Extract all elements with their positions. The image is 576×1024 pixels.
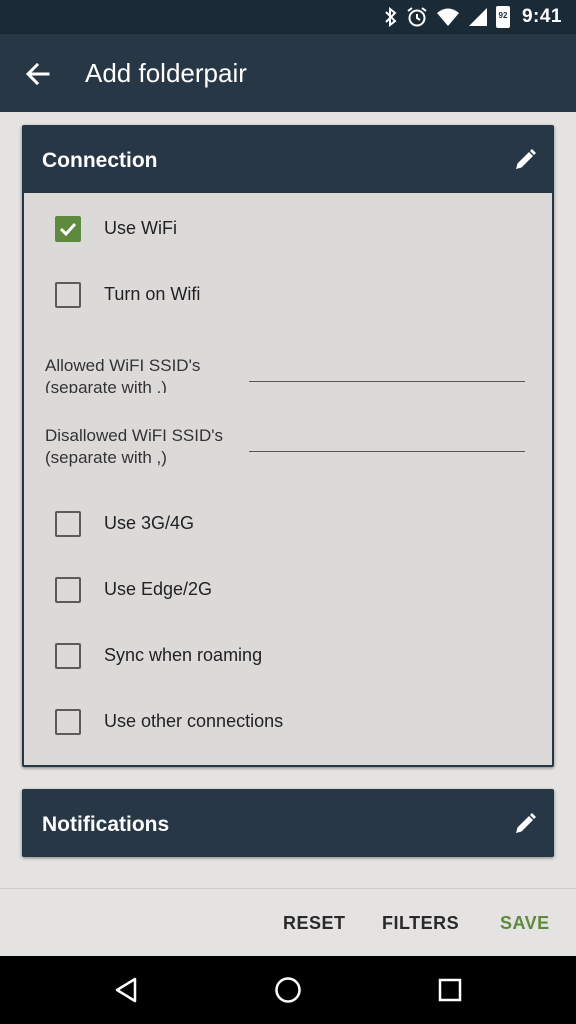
use-edge-2g-label: Use Edge/2G xyxy=(104,579,213,599)
check-icon xyxy=(59,222,77,237)
use-3g-4g-option[interactable]: Use 3G/4G xyxy=(24,499,552,549)
battery-icon: 92 xyxy=(495,6,510,28)
connection-card-title: Connection xyxy=(42,149,158,172)
triangle-back-icon xyxy=(115,977,137,1003)
allowed-ssid-input[interactable] xyxy=(249,352,525,382)
sync-roaming-option[interactable]: Sync when roaming xyxy=(24,631,552,681)
save-button[interactable]: SAVE xyxy=(500,913,550,934)
bottom-action-bar: RESET FILTERS SAVE xyxy=(0,888,576,956)
connection-card: Connection Use WiFi Turn on Wifi Allowed… xyxy=(22,125,554,767)
sync-roaming-label: Sync when roaming xyxy=(104,645,263,665)
pencil-icon xyxy=(516,149,536,169)
status-icons: 92 9:41 xyxy=(384,6,562,28)
bluetooth-icon xyxy=(385,7,397,27)
disallowed-ssid-label: Disallowed WiFI SSID's (separate with ,) xyxy=(45,426,224,467)
disallowed-ssid-input[interactable] xyxy=(249,422,525,452)
filters-button[interactable]: FILTERS xyxy=(382,913,459,934)
page-title: Add folderpair xyxy=(85,58,247,88)
use-other-connections-option[interactable]: Use other connections xyxy=(24,697,552,747)
connection-edit-button[interactable] xyxy=(512,147,538,173)
notifications-card-title: Notifications xyxy=(42,813,170,836)
status-time: 9:41 xyxy=(521,6,562,27)
use-edge-2g-checkbox[interactable] xyxy=(55,577,81,603)
status-bar: 92 9:41 xyxy=(0,0,576,34)
turn-on-wifi-option[interactable]: Turn on Wifi xyxy=(24,270,552,320)
app-bar: Add folderpair xyxy=(0,34,576,112)
back-button[interactable] xyxy=(22,58,54,90)
notifications-card[interactable]: Notifications xyxy=(22,789,554,857)
use-other-connections-label: Use other connections xyxy=(104,711,284,731)
sync-roaming-checkbox[interactable] xyxy=(55,643,81,669)
battery-level: 92 xyxy=(498,11,508,20)
nav-home-button[interactable] xyxy=(274,976,302,1004)
notifications-edit-button[interactable] xyxy=(512,811,538,837)
content-area: Connection Use WiFi Turn on Wifi Allowed… xyxy=(0,112,576,888)
reset-button[interactable]: RESET xyxy=(283,913,346,934)
system-nav-bar xyxy=(0,956,576,1024)
turn-on-wifi-checkbox[interactable] xyxy=(55,282,81,308)
use-3g-4g-checkbox[interactable] xyxy=(55,511,81,537)
circle-home-icon xyxy=(275,977,301,1003)
use-edge-2g-option[interactable]: Use Edge/2G xyxy=(24,565,552,615)
cell-signal-icon xyxy=(468,8,487,26)
allowed-ssid-label: Allowed WiFI SSID's (separate with ,) xyxy=(45,356,201,393)
pencil-icon xyxy=(516,813,536,833)
use-wifi-checkbox[interactable] xyxy=(55,216,81,242)
use-wifi-label: Use WiFi xyxy=(104,218,177,238)
alarm-icon xyxy=(407,7,427,27)
use-3g-4g-label: Use 3G/4G xyxy=(104,513,195,533)
square-recent-icon xyxy=(438,978,462,1002)
turn-on-wifi-label: Turn on Wifi xyxy=(104,284,201,304)
use-wifi-option[interactable]: Use WiFi xyxy=(24,204,552,254)
connection-card-header[interactable]: Connection xyxy=(24,127,552,193)
nav-recent-button[interactable] xyxy=(436,976,464,1004)
wifi-icon xyxy=(436,8,459,26)
nav-back-button[interactable] xyxy=(113,976,141,1004)
use-other-connections-checkbox[interactable] xyxy=(55,709,81,735)
arrow-left-icon xyxy=(25,62,50,86)
